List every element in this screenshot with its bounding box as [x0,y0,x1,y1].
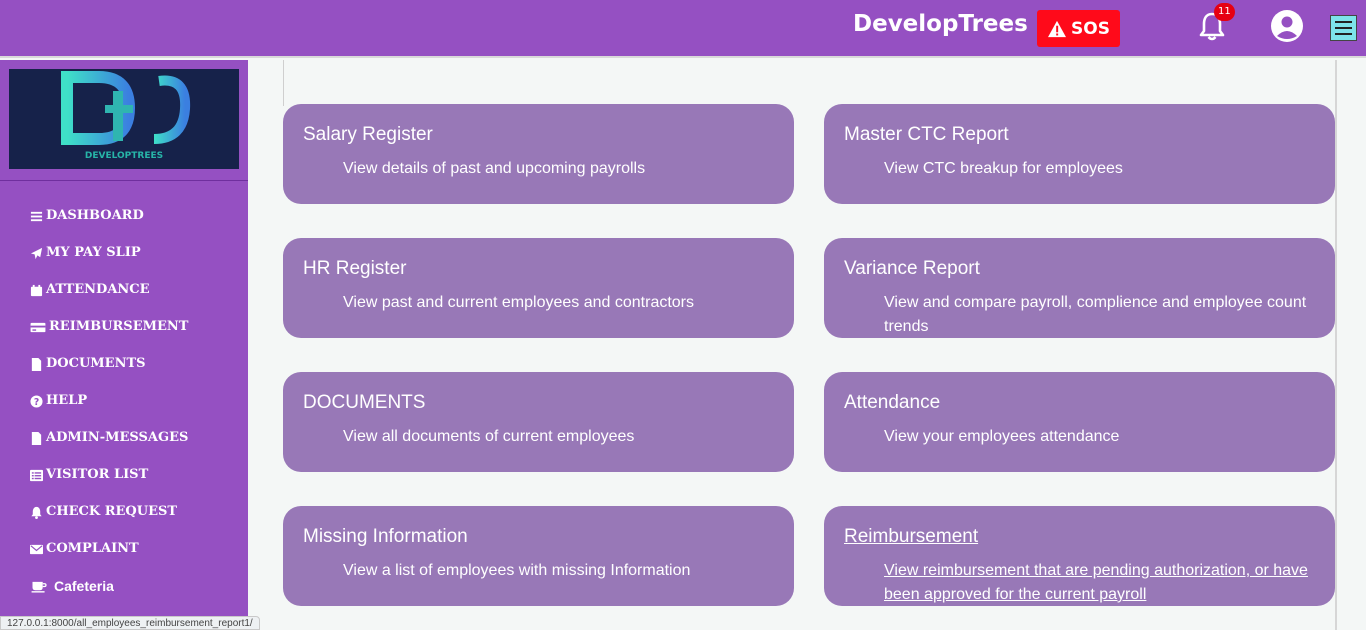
content-frame-right [1335,60,1337,630]
card-title: HR Register [303,258,407,279]
sidebar-item-dashboard[interactable]: DASHBOARD [30,208,188,245]
sidebar-item-label: REIMBURSEMENT [49,319,189,334]
user-account-icon[interactable] [1270,9,1304,43]
card-title: DOCUMENTS [303,392,426,413]
sidebar-divider [0,180,248,181]
hamburger-menu-button[interactable] [1330,15,1357,41]
sidebar-item-label: DASHBOARD [46,208,144,223]
file-icon [31,358,42,371]
card-title: Variance Report [844,258,980,279]
browser-status-url: 127.0.0.1:8000/all_employees_reimburseme… [0,616,260,630]
sidebar-item-my-pay-slip[interactable]: MY PAY SLIP [30,245,188,282]
card-master-ctc-report[interactable]: Master CTC Report View CTC breakup for e… [824,104,1335,204]
calendar-icon [30,284,43,297]
card-title: Master CTC Report [844,124,1009,145]
top-navbar: DevelopTrees SOS 11 [0,0,1366,58]
paper-plane-icon [30,247,43,260]
sidebar-item-help[interactable]: ? HELP [30,393,188,430]
sidebar-item-label: HELP [46,393,88,408]
card-documents[interactable]: DOCUMENTS View all documents of current … [283,372,794,472]
brand-title: DevelopTrees [853,11,1028,37]
sidebar-item-attendance[interactable]: ATTENDANCE [30,282,188,319]
card-salary-register[interactable]: Salary Register View details of past and… [283,104,794,204]
card-attendance[interactable]: Attendance View your employees attendanc… [824,372,1335,472]
card-description: View a list of employees with missing In… [343,562,691,579]
hamburger-line [1335,27,1352,29]
card-description: View past and current employees and cont… [343,294,695,311]
card-variance-report[interactable]: Variance Report View and compare payroll… [824,238,1335,338]
notification-badge: 11 [1214,3,1235,21]
file-icon [31,432,42,445]
sidebar-item-label: MY PAY SLIP [46,245,141,260]
hamburger-line [1335,33,1352,35]
sidebar-item-label: DOCUMENTS [46,356,146,371]
svg-text:?: ? [34,397,39,408]
card-title: Salary Register [303,124,433,145]
sos-label: SOS [1071,18,1110,39]
warning-icon [1048,20,1067,37]
coffee-icon [31,581,47,593]
envelope-icon [30,544,43,555]
card-description: View all documents of current employees [343,428,635,445]
card-missing-information[interactable]: Missing Information View a list of emplo… [283,506,794,606]
bars-icon [30,211,43,222]
question-circle-icon: ? [30,395,43,408]
card-description: View CTC breakup for employees [884,160,1123,177]
hamburger-line [1335,21,1352,23]
card-description: View and compare payroll, complience and… [884,294,1307,335]
card-title: Attendance [844,392,941,413]
card-hr-register[interactable]: HR Register View past and current employ… [283,238,794,338]
sidebar-item-label: CHECK REQUEST [46,504,178,519]
sidebar-item-complaint[interactable]: COMPLAINT [30,541,188,578]
content-frame-left [283,60,284,106]
sidebar-item-label: VISITOR LIST [46,467,149,482]
sidebar-nav: DASHBOARD MY PAY SLIP ATTENDANCE REIMBUR… [30,208,188,615]
card-title: Missing Information [303,526,468,547]
logo-text: DEVELOPTREES [85,151,163,161]
sidebar-item-reimbursement[interactable]: REIMBURSEMENT [30,319,188,356]
sidebar-item-cafeteria[interactable]: Cafeteria [30,578,188,615]
sidebar-item-label: ATTENDANCE [46,282,150,297]
sidebar-item-admin-messages[interactable]: ADMIN-MESSAGES [30,430,188,467]
credit-card-icon [30,322,46,333]
sidebar-item-visitor-list[interactable]: VISITOR LIST [30,467,188,504]
bell-icon [31,506,42,519]
card-description: View your employees attendance [884,428,1120,445]
card-description: View details of past and upcoming payrol… [343,160,646,177]
logo-image: DEVELOPTREES [61,71,191,161]
sidebar-item-label: COMPLAINT [46,541,139,556]
sidebar: DEVELOPTREES DASHBOARD MY PAY SLIP ATTEN… [0,60,248,630]
list-icon [30,469,43,482]
company-logo[interactable]: DEVELOPTREES [9,69,239,169]
sos-button[interactable]: SOS [1037,10,1120,47]
sidebar-item-check-request[interactable]: CHECK REQUEST [30,504,188,541]
sidebar-item-documents[interactable]: DOCUMENTS [30,356,188,393]
sidebar-item-label: Cafeteria [54,578,114,594]
sidebar-item-label: ADMIN-MESSAGES [46,430,189,445]
card-reimbursement[interactable]: Reimbursement View reimbursement that ar… [824,506,1335,606]
card-description[interactable]: View reimbursement that are pending auth… [884,559,1314,607]
card-title[interactable]: Reimbursement [844,526,978,548]
